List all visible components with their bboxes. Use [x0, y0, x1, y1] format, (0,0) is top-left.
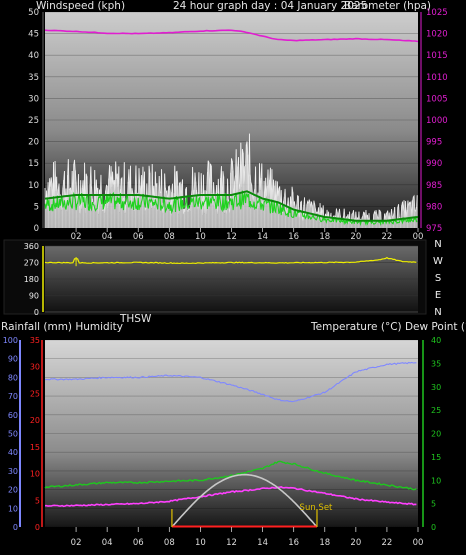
- temperature-tick-label: 5: [431, 500, 436, 509]
- graph-title: 24 hour graph day : 04 January 2025: [173, 1, 367, 12]
- temp-x-tick-label: 20: [350, 538, 361, 548]
- compass-label: E: [435, 290, 441, 301]
- barometer-tick-label: 995: [426, 138, 442, 148]
- temperature-tick-label: 35: [431, 359, 441, 368]
- rain-tick-label: 20: [30, 416, 40, 425]
- thsw-label: THSW: [120, 313, 152, 325]
- rain-tick-label: 35: [30, 336, 40, 345]
- barometer-axis-title: Barometer (hpa): [344, 0, 432, 12]
- barometer-tick-label: 980: [426, 202, 442, 212]
- rain-humidity-title: Rainfall (mm) Humidity: [1, 321, 123, 333]
- barometer-tick-label: 1015: [426, 51, 448, 61]
- temperature-tick-label: 25: [431, 406, 441, 415]
- compass-label: N: [434, 239, 441, 250]
- temperature-tick-label: 10: [431, 476, 441, 485]
- humidity-tick-label: 40: [8, 448, 18, 457]
- barometer-tick-label: 1000: [426, 116, 448, 126]
- humidity-tick-label: 10: [8, 504, 18, 513]
- temp-x-tick-label: 16: [288, 538, 299, 548]
- temp-x-tick-label: 06: [133, 538, 144, 548]
- temp-x-tick-label: 10: [195, 538, 206, 548]
- temp-x-tick-label: 04: [102, 538, 113, 548]
- humidity-tick-label: 90: [8, 355, 18, 364]
- humidity-tick-label: 60: [8, 411, 18, 420]
- compass-label: S: [435, 273, 441, 284]
- humidity-tick-label: 70: [8, 392, 18, 401]
- direction-tick-label: 270: [24, 259, 39, 268]
- wind-tick-label: 45: [28, 30, 39, 40]
- temp-x-tick-label: 00: [413, 538, 424, 548]
- barometer-tick-label: 1020: [426, 30, 448, 40]
- wind-tick-label: 5: [34, 202, 39, 212]
- direction-tick-label: 180: [24, 275, 39, 284]
- humidity-tick-label: 100: [3, 336, 18, 345]
- wind-tick-label: 35: [28, 73, 39, 83]
- temp-x-tick-label: 22: [382, 538, 393, 548]
- rain-tick-label: 5: [35, 496, 40, 505]
- humidity-tick-label: 30: [8, 467, 18, 476]
- graph-title-prefix: 24 hour graph day :: [173, 0, 278, 12]
- barometer-tick-label: 1005: [426, 94, 448, 104]
- weather-graph: 0510152025303540455097598098599099510001…: [0, 8, 466, 555]
- humidity-tick-label: 0: [13, 523, 18, 532]
- compass-label: N: [434, 307, 441, 318]
- humidity-tick-label: 50: [8, 430, 18, 439]
- temp-x-tick-label: 14: [257, 538, 268, 548]
- barometer-tick-label: 975: [426, 224, 442, 234]
- wind-tick-label: 15: [28, 159, 39, 169]
- temperature-tick-label: 0: [431, 523, 436, 532]
- wind-tick-label: 40: [28, 51, 39, 61]
- temp-x-tick-label: 08: [164, 538, 175, 548]
- humidity-tick-label: 20: [8, 486, 18, 495]
- sun-set-annotation: Sun Set: [300, 503, 333, 513]
- rain-tick-label: 25: [30, 389, 40, 398]
- wind-axis-title: Windspeed (kph): [36, 0, 126, 12]
- barometer-tick-label: 1010: [426, 73, 448, 83]
- direction-tick-label: 360: [24, 242, 39, 251]
- temp-dew-title: Temperature (°C) Dew Point (°C): [311, 321, 466, 333]
- temperature-tick-label: 15: [431, 453, 441, 462]
- compass-label: W: [433, 256, 443, 267]
- wind-tick-label: 25: [28, 116, 39, 126]
- direction-tick-label: 90: [29, 292, 39, 301]
- barometer-tick-label: 985: [426, 181, 442, 191]
- wind-tick-label: 20: [28, 138, 39, 148]
- temp-x-tick-label: 18: [319, 538, 330, 548]
- temp-x-tick-label: 12: [226, 538, 237, 548]
- barometer-tick-label: 990: [426, 159, 442, 169]
- wind-tick-label: 10: [28, 181, 39, 191]
- temperature-tick-label: 30: [431, 383, 441, 392]
- temperature-tick-label: 20: [431, 430, 441, 439]
- rain-tick-label: 0: [35, 523, 40, 532]
- temperature-tick-label: 40: [431, 336, 441, 345]
- rain-tick-label: 10: [30, 470, 40, 479]
- rain-tick-label: 30: [30, 363, 40, 372]
- wind-tick-label: 30: [28, 94, 39, 104]
- rain-tick-label: 15: [30, 443, 40, 452]
- temp-x-tick-label: 02: [71, 538, 82, 548]
- wind-tick-label: 0: [34, 224, 39, 234]
- direction-tick-label: 0: [34, 308, 39, 317]
- humidity-tick-label: 80: [8, 373, 18, 382]
